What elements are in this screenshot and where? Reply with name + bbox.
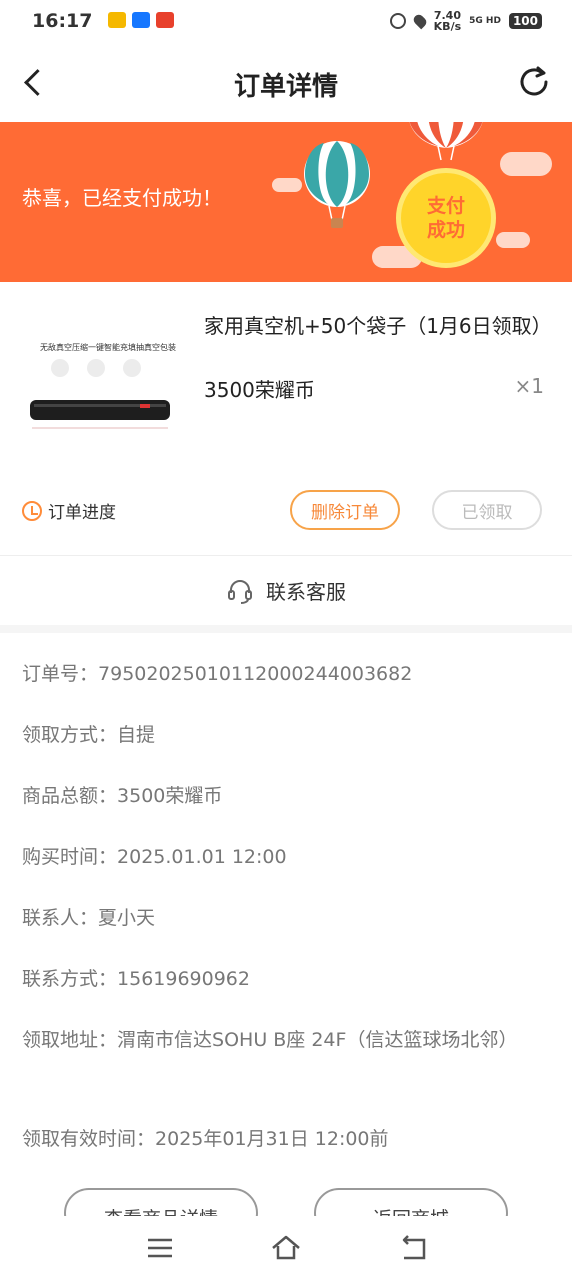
alipay-icon (132, 12, 150, 28)
detail-label: 联系人： (22, 907, 99, 929)
detail-label: 购买时间： (22, 846, 118, 868)
product-card: 无敌真空压缩一键智能充填抽真空包装 家用真空机+50个袋子（1月6日领取） 35… (0, 282, 572, 554)
payment-success-banner: 支付成功 恭喜，已经支付成功！ (0, 122, 572, 282)
detail-value: 渭南市信达SOHU B座 24F（信达篮球场北邻） (117, 1029, 518, 1051)
headset-icon (226, 577, 254, 605)
section-divider (0, 625, 572, 633)
detail-total-amount: 商品总额：3500荣耀币 (22, 780, 552, 812)
detail-value: 79502025010112000244003682 (98, 663, 413, 685)
detail-value: 2025年01月31日 12:00前 (155, 1128, 389, 1150)
detail-value: 2025.01.01 12:00 (117, 846, 287, 868)
cloud-decoration (500, 152, 552, 176)
home-icon[interactable] (270, 1232, 302, 1264)
detail-value: 夏小天 (98, 907, 156, 929)
net-speed-unit: KB/s (433, 20, 462, 33)
status-time: 16:17 (32, 10, 93, 32)
vacuum-sealer-image: 无敌真空压缩一键智能充填抽真空包装 (30, 342, 176, 429)
view-product-button[interactable]: 查看商品详情 (64, 1188, 258, 1216)
page-title: 订单详情 (233, 72, 338, 102)
detail-order-number: 订单号：79502025010112000244003682 (22, 658, 552, 690)
detail-pickup-address: 领取地址：渭南市信达SOHU B座 24F（信达篮球场北邻） (22, 1024, 522, 1056)
detail-value: 3500荣耀币 (117, 785, 223, 807)
bottom-action-bar: 查看商品详情 返回商城 (0, 1186, 572, 1216)
product-quantity: ×1 (514, 374, 544, 398)
location-icon (411, 12, 429, 30)
detail-purchase-time: 购买时间：2025.01.01 12:00 (22, 841, 552, 873)
alarm-icon (389, 13, 406, 29)
order-progress-link[interactable]: 订单进度 (22, 498, 116, 523)
notification-app-icon (108, 12, 126, 28)
detail-valid-until: 领取有效时间：2025年01月31日 12:00前 (22, 1123, 552, 1155)
back-to-mall-button[interactable]: 返回商城 (314, 1188, 508, 1216)
detail-label: 领取方式： (22, 724, 118, 746)
battery-indicator: 100 (508, 13, 542, 29)
claimed-button[interactable]: 已领取 (432, 490, 542, 530)
cloud-decoration (496, 232, 530, 248)
order-progress-label: 订单进度 (48, 503, 116, 523)
status-app-icons (108, 12, 174, 28)
menu-icon[interactable] (144, 1232, 176, 1264)
detail-contact-phone: 联系方式：15619690962 (22, 963, 552, 995)
payment-success-badge: 支付成功 (396, 168, 496, 268)
contact-service-label: 联系客服 (266, 580, 346, 604)
detail-label: 领取有效时间： (22, 1128, 156, 1150)
delete-order-button[interactable]: 删除订单 (290, 490, 400, 530)
detail-contact-person: 联系人：夏小天 (22, 902, 552, 934)
product-image[interactable]: 无敌真空压缩一键智能充填抽真空包装 (20, 338, 180, 438)
refresh-icon[interactable] (516, 64, 552, 100)
net-speed: 7.40 KB/s (434, 10, 461, 32)
balloon-icon (304, 141, 370, 228)
payment-success-badge-text: 支付成功 (426, 195, 465, 241)
system-navigation-bar (0, 1216, 572, 1280)
nav-bar: 订单详情 (0, 44, 572, 122)
product-name[interactable]: 家用真空机+50个袋子（1月6日领取） (204, 314, 554, 338)
product-image-caption: 无敌真空压缩一键智能充填抽真空包装 (40, 342, 176, 352)
product-price: 3500荣耀币 (204, 378, 315, 402)
detail-label: 领取地址： (22, 1029, 118, 1051)
status-right: 7.40 KB/s 5G HD 100 (389, 10, 542, 32)
back-nav-icon[interactable] (398, 1232, 430, 1264)
balloon-icon (409, 122, 483, 161)
detail-label: 商品总额： (22, 785, 118, 807)
signal-indicator: 5G HD (469, 16, 501, 26)
status-bar: 16:17 7.40 KB/s 5G HD 100 (0, 0, 572, 44)
detail-pickup-method: 领取方式：自提 (22, 719, 552, 751)
order-details: 订单号：79502025010112000244003682 领取方式：自提 商… (0, 633, 572, 1193)
clock-icon (22, 500, 42, 521)
detail-label: 订单号： (22, 663, 99, 685)
contact-service-button[interactable]: 联系客服 (0, 555, 572, 625)
success-message: 恭喜，已经支付成功！ (22, 186, 222, 210)
detail-value[interactable]: 15619690962 (117, 968, 250, 990)
telecom-icon (156, 12, 174, 28)
detail-value: 自提 (117, 724, 156, 746)
cloud-decoration (272, 178, 302, 192)
detail-label: 联系方式： (22, 968, 118, 990)
